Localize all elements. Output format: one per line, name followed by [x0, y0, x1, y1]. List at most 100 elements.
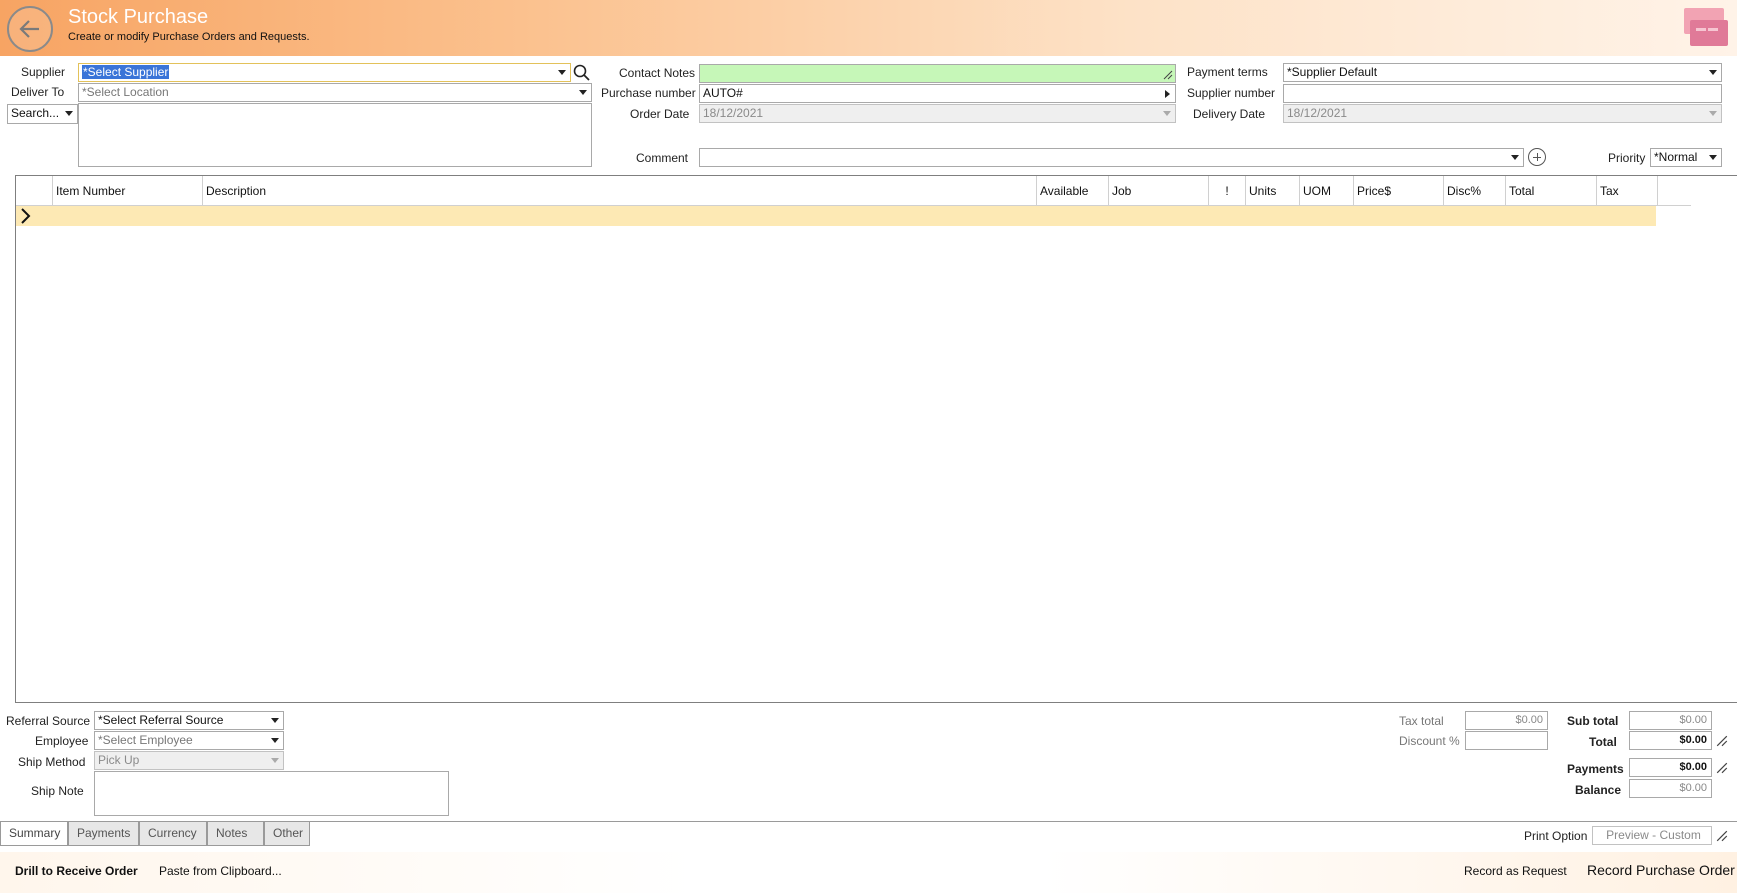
- ship-method-label: Ship Method: [18, 755, 86, 769]
- chevron-down-icon[interactable]: [1507, 149, 1523, 166]
- balance-value: $0.00: [1629, 779, 1712, 798]
- chevron-down-icon[interactable]: [267, 732, 283, 749]
- ship-method-select[interactable]: Pick Up: [94, 751, 284, 770]
- comment-field[interactable]: [699, 148, 1524, 167]
- chevron-down-icon[interactable]: [1159, 105, 1175, 122]
- chevron-down-icon[interactable]: [267, 752, 283, 769]
- deliver-to-select[interactable]: *Select Location: [78, 83, 592, 102]
- column-header-available[interactable]: Available: [1037, 176, 1109, 206]
- column-header-disc[interactable]: Disc%: [1444, 176, 1506, 206]
- grid-row-selector-header: [16, 176, 53, 206]
- column-header-total[interactable]: Total: [1506, 176, 1597, 206]
- total-label: Total: [1589, 735, 1617, 749]
- tab-currency[interactable]: Currency: [139, 822, 207, 846]
- supplier-number-label: Supplier number: [1187, 86, 1276, 100]
- tab-summary[interactable]: Summary: [0, 822, 68, 846]
- back-button[interactable]: [7, 6, 53, 52]
- supplier-select[interactable]: *Select Supplier: [78, 63, 571, 82]
- purchase-number-label: Purchase number: [601, 86, 696, 100]
- comment-label: Comment: [636, 151, 689, 165]
- payment-terms-label: Payment terms: [1187, 65, 1268, 79]
- employee-label: Employee: [35, 734, 89, 748]
- priority-select[interactable]: *Normal: [1650, 148, 1722, 167]
- column-header-warning[interactable]: !: [1209, 176, 1246, 206]
- resize-grip-icon[interactable]: [1716, 762, 1728, 774]
- column-header-price[interactable]: Price$: [1354, 176, 1444, 206]
- referral-source-label: Referral Source: [6, 714, 91, 728]
- deliver-to-label: Deliver To: [11, 85, 65, 99]
- supplier-value: *Select Supplier: [82, 65, 170, 79]
- row-indicator-icon: [21, 208, 31, 224]
- priority-value: *Normal: [1654, 150, 1698, 164]
- new-row[interactable]: [16, 206, 1656, 226]
- column-header-job[interactable]: Job: [1109, 176, 1209, 206]
- add-comment-icon[interactable]: [1528, 148, 1546, 166]
- delivery-date-value: 18/12/2021: [1287, 106, 1348, 120]
- page-header: Stock Purchase Create or modify Purchase…: [0, 0, 1737, 56]
- employee-select[interactable]: *Select Employee: [94, 731, 284, 750]
- column-header-item-number[interactable]: Item Number: [53, 176, 203, 206]
- print-option-label: Print Option: [1524, 829, 1588, 843]
- referral-source-value: *Select Referral Source: [98, 713, 224, 727]
- order-date-field[interactable]: 18/12/2021: [699, 104, 1176, 123]
- discount-field[interactable]: [1465, 731, 1548, 750]
- record-as-request-button[interactable]: Record as Request: [1464, 864, 1567, 878]
- ship-method-value: Pick Up: [98, 753, 140, 767]
- address-search-select[interactable]: Search...: [7, 104, 78, 124]
- tab-other[interactable]: Other: [264, 822, 310, 846]
- chevron-right-icon[interactable]: [1159, 85, 1175, 102]
- paste-from-clipboard-button[interactable]: Paste from Clipboard...: [159, 864, 282, 878]
- chevron-down-icon[interactable]: [1705, 64, 1721, 81]
- resize-grip-icon[interactable]: [1163, 70, 1173, 80]
- supplier-number-field[interactable]: [1283, 84, 1722, 103]
- delivery-date-label: Delivery Date: [1193, 107, 1266, 121]
- contact-notes-field[interactable]: [699, 64, 1176, 83]
- order-date-value: 18/12/2021: [703, 106, 764, 120]
- page-subtitle: Create or modify Purchase Orders and Req…: [68, 31, 310, 43]
- order-lines-grid[interactable]: Item Number Description Available Job ! …: [15, 175, 1737, 703]
- chevron-down-icon[interactable]: [575, 84, 591, 101]
- payments-value: $0.00: [1629, 758, 1712, 777]
- column-header-tax[interactable]: Tax: [1597, 176, 1658, 206]
- ship-note-label: Ship Note: [31, 784, 84, 798]
- priority-label: Priority: [1608, 151, 1646, 165]
- purchase-number-field[interactable]: AUTO#: [699, 84, 1176, 103]
- column-header-description[interactable]: Description: [203, 176, 1037, 206]
- discount-label: Discount %: [1399, 734, 1460, 748]
- tab-notes[interactable]: Notes: [207, 822, 264, 846]
- delivery-date-field[interactable]: 18/12/2021: [1283, 104, 1722, 123]
- page-title: Stock Purchase: [68, 6, 209, 28]
- column-header-uom[interactable]: UOM: [1300, 176, 1354, 206]
- purchase-number-value: AUTO#: [703, 86, 743, 100]
- sub-total-value: $0.00: [1629, 711, 1712, 730]
- purchase-order-icon: [1684, 8, 1728, 46]
- drill-to-receive-order-button[interactable]: Drill to Receive Order: [15, 864, 138, 878]
- print-option-select[interactable]: Preview - Custom: [1592, 826, 1712, 845]
- contact-notes-label: Contact Notes: [619, 66, 696, 80]
- chevron-down-icon[interactable]: [1705, 105, 1721, 122]
- chevron-down-icon[interactable]: [554, 64, 570, 81]
- delivery-address-box[interactable]: [78, 103, 592, 167]
- resize-grip-icon[interactable]: [1716, 735, 1728, 747]
- employee-value: *Select Employee: [98, 733, 193, 747]
- order-date-label: Order Date: [630, 107, 690, 121]
- payments-label: Payments: [1567, 762, 1624, 776]
- ship-note-field[interactable]: [94, 771, 449, 816]
- resize-grip-icon[interactable]: [1716, 830, 1728, 842]
- payment-terms-select[interactable]: *Supplier Default: [1283, 63, 1722, 82]
- balance-label: Balance: [1575, 783, 1622, 797]
- total-value: $0.00: [1629, 731, 1712, 750]
- chevron-down-icon[interactable]: [61, 105, 77, 122]
- tab-payments[interactable]: Payments: [68, 822, 139, 846]
- search-icon[interactable]: [571, 63, 592, 82]
- supplier-label: Supplier: [21, 65, 66, 79]
- record-purchase-order-button[interactable]: Record Purchase Order: [1587, 862, 1735, 878]
- chevron-down-icon[interactable]: [1705, 149, 1721, 166]
- back-arrow-icon: [19, 20, 39, 38]
- column-header-units[interactable]: Units: [1246, 176, 1300, 206]
- grid-header: Item Number Description Available Job ! …: [16, 176, 1691, 206]
- address-search-value: Search...: [11, 106, 60, 120]
- tax-total-value: $0.00: [1465, 711, 1548, 730]
- chevron-down-icon[interactable]: [267, 712, 283, 729]
- referral-source-select[interactable]: *Select Referral Source: [94, 711, 284, 730]
